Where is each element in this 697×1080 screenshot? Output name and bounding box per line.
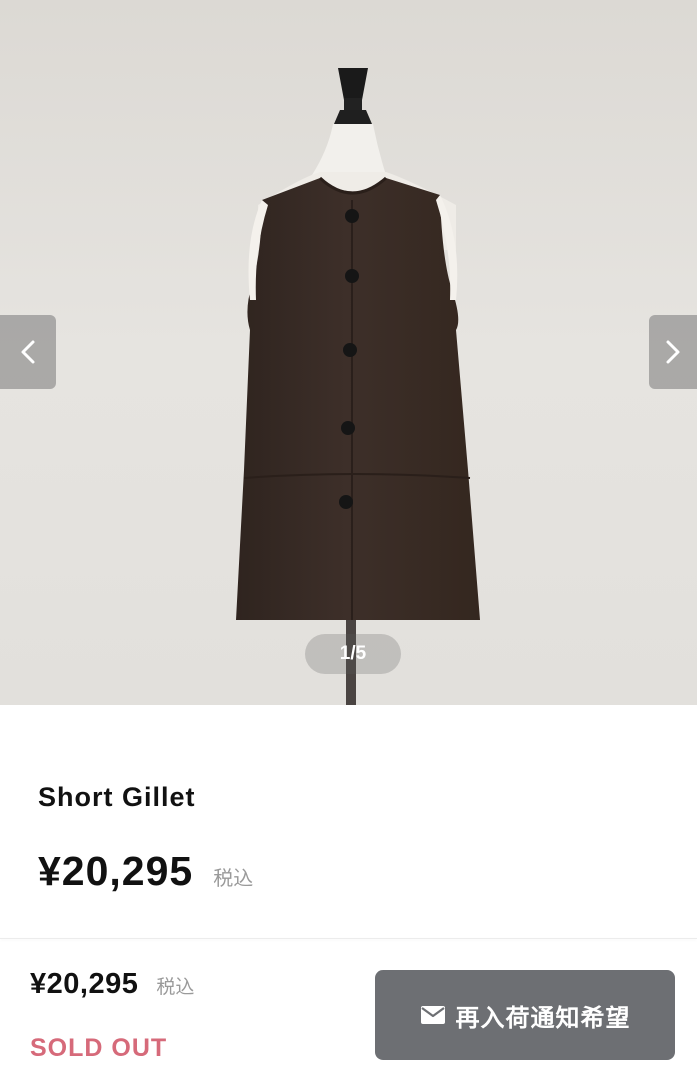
section-divider	[0, 938, 697, 939]
sold-out-status: SOLD OUT	[30, 1034, 168, 1062]
product-photo	[0, 0, 697, 705]
gallery-prev-button[interactable]	[0, 315, 56, 389]
bottom-price-row: ¥20,295 税込	[30, 968, 194, 1001]
product-image-gallery[interactable]: 1/5	[0, 0, 697, 705]
bottom-price: ¥20,295	[30, 968, 139, 1000]
chevron-left-icon	[21, 340, 35, 364]
product-price-row: ¥20,295 税込	[38, 848, 253, 895]
gallery-next-button[interactable]	[649, 315, 697, 389]
bottom-tax-label: 税込	[156, 976, 195, 998]
mail-icon	[420, 1006, 445, 1024]
product-price: ¥20,295	[38, 848, 194, 894]
restock-notify-button[interactable]: 再入荷通知希望	[375, 970, 675, 1060]
tax-included-label: 税込	[213, 866, 254, 890]
chevron-right-icon	[666, 340, 680, 364]
gallery-counter: 1/5	[305, 634, 401, 674]
product-title: Short Gillet	[38, 782, 196, 812]
restock-button-label: 再入荷通知希望	[455, 1003, 631, 1032]
